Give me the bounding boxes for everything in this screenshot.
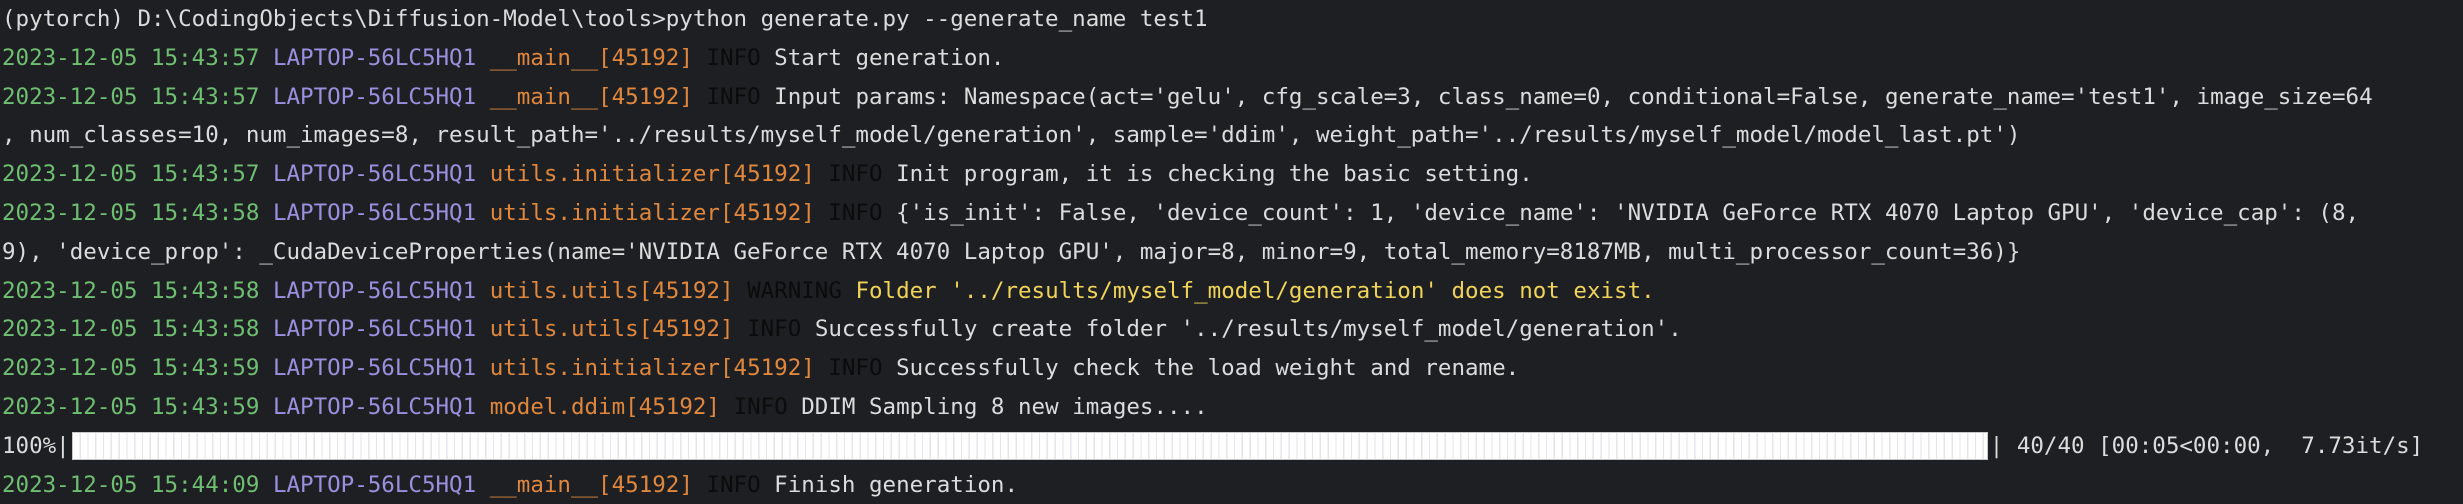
log-line-2-continuation: , num_classes=10, num_images=8, result_p… <box>2 122 2021 149</box>
log-timestamp: 2023-12-05 15:43:57 <box>2 161 260 188</box>
log-message: Finish generation. <box>774 471 1019 498</box>
log-timestamp: 2023-12-05 15:43:58 <box>2 316 260 343</box>
log-level: INFO <box>706 44 761 71</box>
log-host: LAPTOP-56LC5HQ1 <box>272 277 477 304</box>
log-host: LAPTOP-56LC5HQ1 <box>272 393 477 420</box>
log-line-2: 2023-12-05 15:43:57 LAPTOP-56LC5HQ1 __ma… <box>2 78 2463 117</box>
log-level: INFO <box>706 471 761 498</box>
log-timestamp: 2023-12-05 15:43:59 <box>2 355 260 382</box>
log-host: LAPTOP-56LC5HQ1 <box>272 161 477 188</box>
log-module: __main__[45192] <box>489 44 693 71</box>
log-timestamp: 2023-12-05 15:43:58 <box>2 277 260 304</box>
log-host: LAPTOP-56LC5HQ1 <box>272 471 477 498</box>
log-module: __main__[45192] <box>489 83 693 110</box>
log-module: utils.initializer[45192] <box>489 199 815 226</box>
log-module: utils.utils[45192] <box>489 277 734 304</box>
log-timestamp: 2023-12-05 15:43:58 <box>2 199 260 226</box>
log-module: utils.utils[45192] <box>489 316 734 343</box>
log-line-7: 2023-12-05 15:43:59 LAPTOP-56LC5HQ1 util… <box>2 349 2463 388</box>
progress-line: 100%| | 40/40 [00:05<00:00, 7.73it/s] <box>2 427 2463 466</box>
log-host: LAPTOP-56LC5HQ1 <box>272 316 477 343</box>
log-host: LAPTOP-56LC5HQ1 <box>272 199 477 226</box>
log-level: INFO <box>828 355 883 382</box>
log-line-4: 2023-12-05 15:43:58 LAPTOP-56LC5HQ1 util… <box>2 194 2463 233</box>
progress-stats: | 40/40 [00:05<00:00, 7.73it/s] <box>1989 432 2424 459</box>
log-module: model.ddim[45192] <box>489 393 720 420</box>
log-line-1: 2023-12-05 15:43:57 LAPTOP-56LC5HQ1 __ma… <box>2 39 2463 78</box>
log-message: Init program, it is checking the basic s… <box>896 161 1533 188</box>
progress-bar <box>71 432 1988 461</box>
log-module: utils.initializer[45192] <box>489 161 815 188</box>
log-host: LAPTOP-56LC5HQ1 <box>272 355 477 382</box>
log-line-3: 2023-12-05 15:43:57 LAPTOP-56LC5HQ1 util… <box>2 155 2463 194</box>
log-level: INFO <box>828 199 883 226</box>
log-message: {'is_init': False, 'device_count': 1, 'd… <box>896 199 2360 226</box>
log-line-6: 2023-12-05 15:43:58 LAPTOP-56LC5HQ1 util… <box>2 310 2463 349</box>
log-timestamp: 2023-12-05 15:43:57 <box>2 83 260 110</box>
log-host: LAPTOP-56LC5HQ1 <box>272 44 477 71</box>
log-level: WARNING <box>747 277 842 304</box>
progress-percent: 100%| <box>2 432 70 459</box>
command-prompt-line: (pytorch) D:\CodingObjects\Diffusion-Mod… <box>2 6 1208 32</box>
log-line-8: 2023-12-05 15:43:59 LAPTOP-56LC5HQ1 mode… <box>2 388 2463 427</box>
log-message: Input params: Namespace(act='gelu', cfg_… <box>774 83 2373 110</box>
log-level: INFO <box>733 393 788 420</box>
log-message: Successfully check the load weight and r… <box>896 355 1520 382</box>
terminal-window[interactable]: (pytorch) D:\CodingObjects\Diffusion-Mod… <box>0 0 2463 503</box>
log-line-5: 2023-12-05 15:43:58 LAPTOP-56LC5HQ1 util… <box>2 272 2463 311</box>
log-message: DDIM Sampling 8 new images.... <box>801 393 1208 420</box>
log-timestamp: 2023-12-05 15:43:57 <box>2 44 260 71</box>
log-host: LAPTOP-56LC5HQ1 <box>272 83 477 110</box>
log-level: INFO <box>828 161 883 188</box>
log-module: utils.initializer[45192] <box>489 355 815 382</box>
log-level: INFO <box>706 83 761 110</box>
log-message: Folder '../results/myself_model/generati… <box>855 277 1655 304</box>
log-timestamp: 2023-12-05 15:44:09 <box>2 471 260 498</box>
log-line-4-continuation: 9), 'device_prop': _CudaDeviceProperties… <box>2 238 2021 265</box>
log-module: __main__[45192] <box>489 471 693 498</box>
log-line-final: 2023-12-05 15:44:09 LAPTOP-56LC5HQ1 __ma… <box>2 466 2463 504</box>
log-timestamp: 2023-12-05 15:43:59 <box>2 393 260 420</box>
log-message: Start generation. <box>774 44 1005 71</box>
log-level: INFO <box>747 316 802 343</box>
log-message: Successfully create folder '../results/m… <box>814 316 1682 343</box>
